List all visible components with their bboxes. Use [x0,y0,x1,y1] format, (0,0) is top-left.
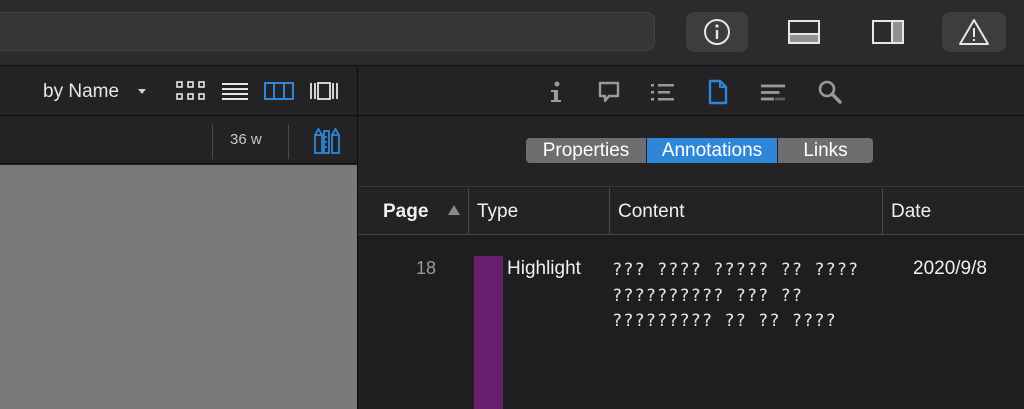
sidebar-layout-button[interactable] [870,12,906,52]
list-view-icon [222,83,248,106]
info-icon [702,17,732,47]
column-header-content[interactable]: Content [618,201,685,223]
divider [212,125,213,159]
document-preview[interactable] [0,165,357,409]
sort-ascending-icon [448,205,460,215]
grid-view-button[interactable] [176,80,206,107]
inspector-toolbar [358,67,1024,116]
columns-view-icon [264,82,294,106]
column-header-page[interactable]: Page [383,201,428,223]
cell-page: 18 [415,258,436,278]
column-width-label: 36 w [230,131,262,148]
segment-annotations[interactable]: Annotations [647,138,777,163]
column-divider[interactable] [468,188,469,235]
lines-icon[interactable] [760,79,786,105]
pencil-ruler-icon[interactable] [313,127,341,160]
annotations-table-header: Page Type Content Date [358,188,1024,235]
cover-flow-icon [309,82,339,106]
sort-menu[interactable]: by Name [43,81,119,103]
list-icon[interactable] [650,79,676,105]
search-field[interactable] [0,12,655,51]
column-header-date[interactable]: Date [891,201,931,223]
cell-content: ??? ???? ????? ?? ???? ?????????? ??? ??… [612,260,860,331]
chevron-down-icon[interactable] [138,89,146,94]
warning-button[interactable] [942,12,1006,52]
inspector-segment-area: Properties Annotations Links [358,117,1024,187]
divider [288,125,289,159]
window-toolbar [0,0,1024,66]
highlight-color-swatch [474,256,503,409]
columns-view-button[interactable] [264,80,294,107]
column-header-type[interactable]: Type [477,201,518,223]
segment-properties[interactable]: Properties [526,138,646,163]
segment-links[interactable]: Links [778,138,873,163]
page-strip-button[interactable] [786,12,822,52]
cell-type: Highlight [507,258,581,279]
search-icon[interactable] [817,79,843,105]
list-view-button[interactable] [222,80,248,107]
sidebar-layout-icon [872,19,904,45]
column-divider[interactable] [609,188,610,235]
info-icon[interactable] [543,79,569,105]
cover-flow-button[interactable] [309,80,339,107]
annotations-table: 18 Highlight ??? ???? ????? ?? ???? ????… [358,236,1024,409]
page-strip-icon [788,19,820,45]
document-icon[interactable] [705,79,731,105]
grid-view-icon [176,81,206,106]
column-divider[interactable] [882,188,883,235]
comment-icon[interactable] [596,79,622,105]
browser-subbar: 36 w [0,117,357,164]
cell-date: 2020/9/8 [913,258,987,279]
warning-icon [958,18,990,46]
info-button[interactable] [686,12,748,52]
